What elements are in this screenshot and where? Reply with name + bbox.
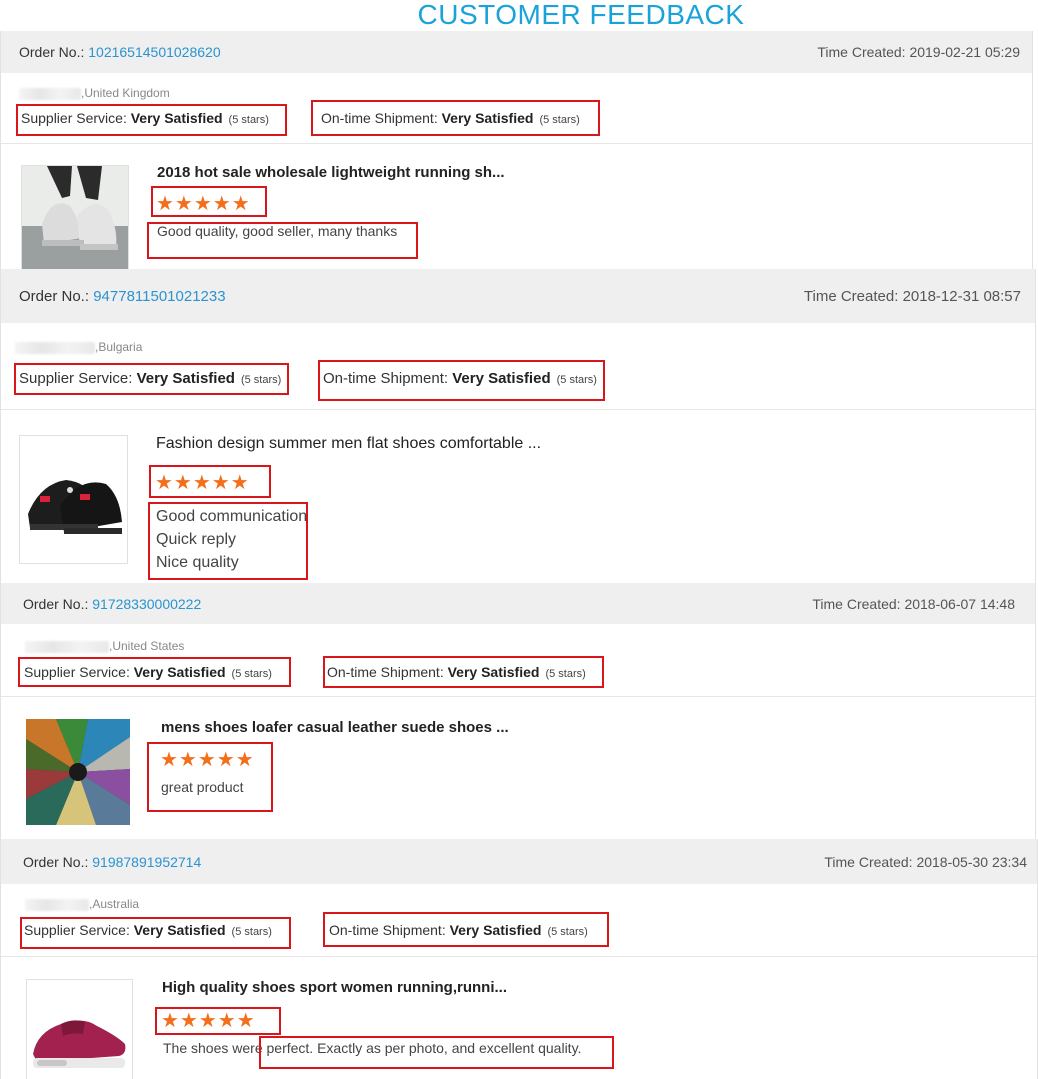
order-number-link[interactable]: 91728330000222 bbox=[92, 596, 201, 612]
buyer-country: Australia bbox=[92, 897, 140, 911]
order-header: Order No.: 9477811501021233 Time Created… bbox=[1, 269, 1035, 323]
product-title[interactable]: High quality shoes sport women running,r… bbox=[162, 979, 507, 996]
buyer-name-blurred bbox=[15, 341, 95, 354]
highlight-box bbox=[323, 656, 604, 688]
divider bbox=[1, 143, 1032, 144]
highlight-box bbox=[311, 100, 600, 136]
buyer-info: ,Bulgaria bbox=[15, 340, 142, 354]
product-title[interactable]: Fashion design summer men flat shoes com… bbox=[156, 435, 541, 453]
buyer-info: ,United Kingdom bbox=[19, 86, 170, 100]
buyer-country: United States bbox=[112, 639, 185, 653]
highlight-box bbox=[151, 186, 267, 217]
feedback-card: Order No.: 91987891952714 Time Created: … bbox=[0, 839, 1038, 1079]
product-title[interactable]: mens shoes loafer casual leather suede s… bbox=[161, 719, 509, 736]
order-header: Order No.: 10216514501028620 Time Create… bbox=[1, 31, 1032, 73]
highlight-box bbox=[155, 1007, 281, 1035]
page-title: CUSTOMER FEEDBACK bbox=[417, 0, 745, 30]
highlight-box bbox=[323, 912, 609, 947]
buyer-name-blurred bbox=[25, 640, 109, 653]
order-no-label: Order No.: bbox=[19, 287, 90, 305]
order-number-link[interactable]: 91987891952714 bbox=[92, 854, 201, 870]
feedback-card: Order No.: 9477811501021233 Time Created… bbox=[0, 269, 1036, 583]
highlight-box bbox=[147, 742, 273, 812]
highlight-box bbox=[147, 222, 418, 259]
order-no-label: Order No.: bbox=[23, 595, 89, 612]
time-created-label: Time Created: bbox=[803, 287, 899, 305]
order-number-link[interactable]: 9477811501021233 bbox=[93, 288, 225, 305]
buyer-name-blurred bbox=[19, 87, 81, 100]
feedback-card: Order No.: 91728330000222 Time Created: … bbox=[0, 583, 1036, 839]
divider bbox=[1, 696, 1035, 697]
buyer-name-blurred bbox=[25, 898, 89, 911]
divider bbox=[1, 409, 1035, 410]
time-created-label: Time Created: bbox=[817, 44, 906, 60]
product-title[interactable]: 2018 hot sale wholesale lightweight runn… bbox=[157, 164, 505, 181]
time-created-value: 2018-05-30 23:34 bbox=[916, 853, 1027, 870]
buyer-country: Bulgaria bbox=[98, 340, 143, 354]
time-created-value: 2019-02-21 05:29 bbox=[909, 44, 1020, 60]
order-number-link[interactable]: 10216514501028620 bbox=[88, 44, 220, 60]
product-image[interactable] bbox=[21, 165, 129, 269]
highlight-box bbox=[16, 104, 287, 136]
buyer-info: ,Australia bbox=[25, 897, 139, 911]
time-created-value: 2018-06-07 14:48 bbox=[904, 595, 1015, 612]
feedback-card: Order No.: 10216514501028620 Time Create… bbox=[0, 31, 1033, 269]
buyer-info: ,United States bbox=[25, 639, 184, 653]
highlight-box bbox=[18, 657, 291, 687]
highlight-box bbox=[149, 465, 271, 498]
order-no-label: Order No.: bbox=[23, 853, 89, 870]
order-no-label: Order No.: bbox=[19, 44, 85, 60]
buyer-country: United Kingdom bbox=[84, 86, 170, 100]
time-created-label: Time Created: bbox=[812, 595, 901, 612]
highlight-box bbox=[20, 917, 291, 949]
product-image[interactable] bbox=[26, 719, 130, 825]
product-image[interactable] bbox=[26, 979, 133, 1079]
highlight-box bbox=[259, 1036, 614, 1069]
time-created-value: 2018-12-31 08:57 bbox=[902, 287, 1021, 305]
highlight-box bbox=[14, 363, 289, 395]
highlight-box bbox=[148, 502, 308, 580]
product-image[interactable] bbox=[19, 435, 128, 564]
order-header: Order No.: 91728330000222 Time Created: … bbox=[1, 583, 1035, 624]
order-header: Order No.: 91987891952714 Time Created: … bbox=[1, 839, 1037, 884]
highlight-box bbox=[318, 360, 605, 401]
divider bbox=[1, 956, 1037, 957]
time-created-label: Time Created: bbox=[824, 853, 913, 870]
